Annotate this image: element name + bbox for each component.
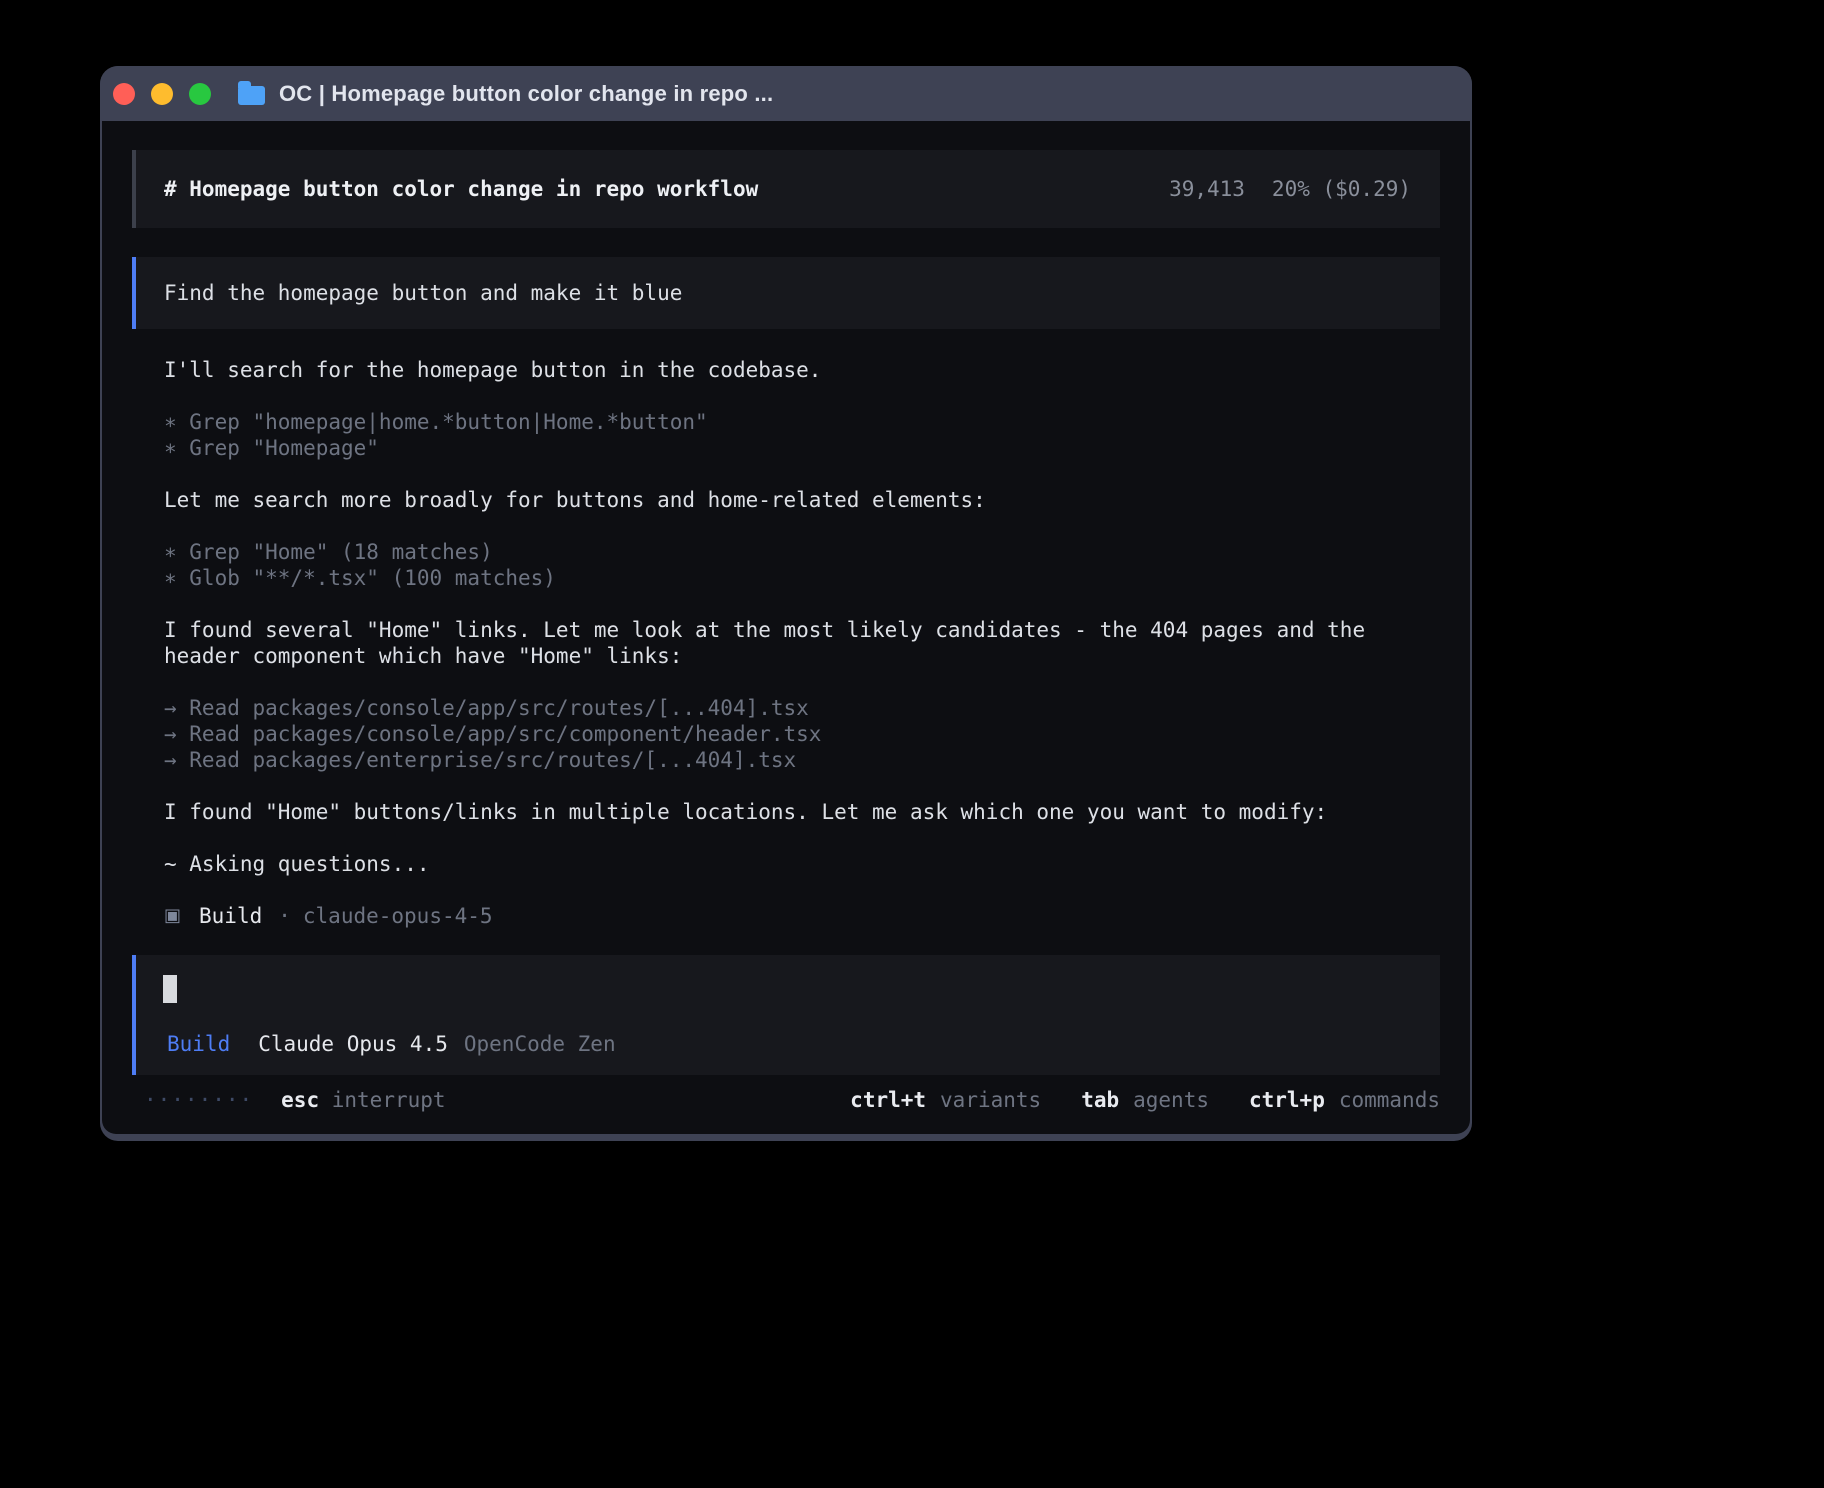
- session-stats: 39,413 20% ($0.29): [1169, 176, 1411, 202]
- shortcut-key: ctrl+p: [1249, 1087, 1325, 1113]
- esc-hint: esc interrupt: [281, 1087, 445, 1113]
- minimize-window-button[interactable]: [151, 83, 173, 105]
- assistant-text: I found several "Home" links. Let me loo…: [164, 617, 1438, 669]
- agent-meta: · claude-opus-4-5: [278, 903, 492, 929]
- shortcut-label: variants: [940, 1087, 1041, 1113]
- shortcut-key: ctrl+t: [850, 1087, 926, 1113]
- traffic-lights: [113, 83, 211, 105]
- terminal-window: OC | Homepage button color change in rep…: [100, 66, 1472, 1141]
- tool-call: ∗ Grep "Homepage": [164, 435, 1438, 461]
- shortcut-label: commands: [1339, 1087, 1440, 1113]
- status-shortcuts: ctrl+t variants tab agents ctrl+p comman…: [850, 1087, 1440, 1113]
- shortcut-commands: ctrl+p commands: [1249, 1087, 1440, 1113]
- agent-model: claude-opus-4-5: [303, 903, 493, 929]
- tool-call: ∗ Grep "homepage|home.*button|Home.*butt…: [164, 409, 1438, 435]
- esc-key-label: esc: [281, 1088, 319, 1112]
- assistant-message: I found several "Home" links. Let me loo…: [164, 617, 1438, 669]
- session-title: # Homepage button color change in repo w…: [164, 176, 758, 202]
- zoom-window-button[interactable]: [189, 83, 211, 105]
- terminal-content: # Homepage button color change in repo w…: [102, 121, 1470, 1134]
- prompt-input[interactable]: Build Claude Opus 4.5 OpenCode Zen: [132, 955, 1440, 1075]
- agent-name: Build: [199, 903, 262, 929]
- context-usage: 20% ($0.29): [1272, 176, 1411, 202]
- input-mode-badge[interactable]: Build: [167, 1031, 230, 1057]
- input-meta: Build Claude Opus 4.5 OpenCode Zen: [167, 1031, 616, 1057]
- text-cursor: [163, 975, 177, 1003]
- separator-dot: ·: [278, 903, 291, 929]
- assistant-message: Let me search more broadly for buttons a…: [164, 487, 1438, 513]
- window-title-group: OC | Homepage button color change in rep…: [238, 81, 773, 107]
- folder-icon: [238, 86, 265, 105]
- assistant-status: ~ Asking questions...: [164, 851, 1438, 877]
- assistant-message: I'll search for the homepage button in t…: [164, 357, 1438, 383]
- window-title: OC | Homepage button color change in rep…: [279, 81, 773, 107]
- spinner-dots: ········: [144, 1087, 253, 1113]
- assistant-text: I found "Home" buttons/links in multiple…: [164, 799, 1438, 825]
- tool-call: → Read packages/console/app/src/componen…: [164, 721, 1438, 747]
- assistant-text: Let me search more broadly for buttons a…: [164, 487, 1438, 513]
- user-message-text: Find the homepage button and make it blu…: [164, 280, 682, 306]
- tool-call-group: ∗ Grep "Home" (18 matches) ∗ Glob "**/*.…: [164, 539, 1438, 591]
- tool-call-group: ∗ Grep "homepage|home.*button|Home.*butt…: [164, 409, 1438, 461]
- assistant-message: I found "Home" buttons/links in multiple…: [164, 799, 1438, 825]
- assistant-transcript: I'll search for the homepage button in t…: [132, 357, 1440, 929]
- input-model-label: Claude Opus 4.5: [258, 1031, 448, 1057]
- token-count: 39,413: [1169, 176, 1245, 202]
- status-bar: ········ esc interrupt ctrl+t variants t…: [132, 1087, 1440, 1113]
- esc-action-label: interrupt: [332, 1088, 446, 1112]
- user-message: Find the homepage button and make it blu…: [132, 257, 1440, 329]
- tool-call: → Read packages/console/app/src/routes/[…: [164, 695, 1438, 721]
- agent-icon: ▣: [164, 903, 181, 929]
- tool-call: ∗ Glob "**/*.tsx" (100 matches): [164, 565, 1438, 591]
- shortcut-agents: tab agents: [1081, 1087, 1209, 1113]
- tool-call: → Read packages/enterprise/src/routes/[.…: [164, 747, 1438, 773]
- close-window-button[interactable]: [113, 83, 135, 105]
- assistant-text: I'll search for the homepage button in t…: [164, 357, 1438, 383]
- shortcut-key: tab: [1081, 1087, 1119, 1113]
- shortcut-label: agents: [1133, 1087, 1209, 1113]
- session-header: # Homepage button color change in repo w…: [132, 150, 1440, 228]
- agent-status-row: ▣ Build · claude-opus-4-5: [164, 903, 1438, 929]
- asking-questions-status: ~ Asking questions...: [164, 851, 1438, 877]
- window-titlebar[interactable]: OC | Homepage button color change in rep…: [100, 66, 1472, 121]
- shortcut-variants: ctrl+t variants: [850, 1087, 1041, 1113]
- tool-call-group: → Read packages/console/app/src/routes/[…: [164, 695, 1438, 773]
- status-left: ········ esc interrupt: [144, 1087, 446, 1113]
- input-provider-label: OpenCode Zen: [464, 1031, 616, 1057]
- tool-call: ∗ Grep "Home" (18 matches): [164, 539, 1438, 565]
